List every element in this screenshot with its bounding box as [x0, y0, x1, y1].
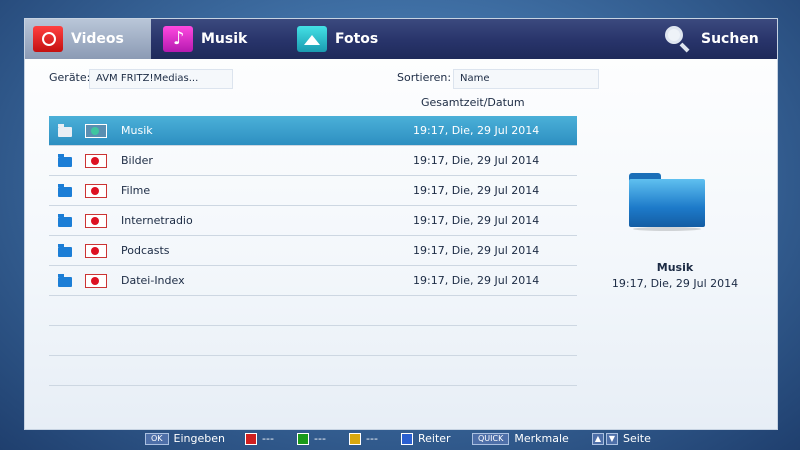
hint-yellow: --- [349, 432, 378, 445]
hint-blue: Reiter [401, 432, 451, 445]
list-item[interactable]: Musik 19:17, Die, 29 Jul 2014 [49, 116, 577, 146]
video-source-icon [85, 154, 107, 168]
item-date: 19:17, Die, 29 Jul 2014 [413, 214, 540, 227]
hint-quick-label: Merkmale [514, 432, 569, 445]
hint-red-label: --- [262, 432, 274, 445]
list-item[interactable]: Filme 19:17, Die, 29 Jul 2014 [49, 176, 577, 206]
empty-row [49, 326, 577, 356]
search-button[interactable]: Suchen [665, 19, 777, 59]
sort-label: Sortieren: [397, 71, 452, 84]
tab-musik-label: Musik [201, 31, 248, 47]
folder-icon [58, 274, 72, 287]
file-list: Musik 19:17, Die, 29 Jul 2014 Bilder 19:… [49, 116, 577, 386]
tab-videos-label: Videos [71, 31, 124, 47]
preview-date: 19:17, Die, 29 Jul 2014 [611, 277, 739, 290]
music-icon [163, 26, 193, 52]
videos-icon [33, 26, 63, 52]
preview-folder-icon [629, 173, 705, 231]
device-select[interactable]: AVM FRITZ!Medias... [89, 69, 233, 89]
list-item[interactable]: Internetradio 19:17, Die, 29 Jul 2014 [49, 206, 577, 236]
folder-icon [58, 124, 72, 137]
media-browser-panel: Videos Musik Fotos Suchen Geräte: AVM FR… [24, 18, 778, 430]
video-source-icon [85, 184, 107, 198]
hint-ok-label: Eingeben [173, 432, 225, 445]
footer-hints: OK Eingeben --- --- --- Reiter QUICK Mer… [0, 430, 800, 450]
item-date: 19:17, Die, 29 Jul 2014 [413, 154, 540, 167]
video-source-icon [85, 274, 107, 288]
video-source-icon [85, 124, 107, 138]
item-date: 19:17, Die, 29 Jul 2014 [413, 274, 540, 287]
hint-ok: OK Eingeben [145, 432, 225, 445]
video-source-icon [85, 244, 107, 258]
item-date: 19:17, Die, 29 Jul 2014 [413, 124, 540, 137]
item-name: Podcasts [121, 244, 170, 257]
folder-icon [58, 154, 72, 167]
blue-key-icon [401, 432, 413, 445]
page-down-icon: ▼ [606, 432, 618, 445]
quick-key-icon: QUICK [472, 432, 510, 445]
list-item[interactable]: Datei-Index 19:17, Die, 29 Jul 2014 [49, 266, 577, 296]
hint-green-label: --- [314, 432, 326, 445]
hint-yellow-label: --- [366, 432, 378, 445]
column-header-date: Gesamtzeit/Datum [421, 96, 525, 109]
empty-row [49, 296, 577, 326]
tab-fotos[interactable]: Fotos [297, 19, 427, 59]
green-key-icon [297, 432, 309, 445]
tab-videos[interactable]: Videos [25, 19, 151, 59]
video-source-icon [85, 214, 107, 228]
empty-row [49, 356, 577, 386]
folder-icon [58, 244, 72, 257]
item-name: Bilder [121, 154, 153, 167]
search-icon [665, 26, 691, 53]
item-name: Internetradio [121, 214, 193, 227]
list-item[interactable]: Bilder 19:17, Die, 29 Jul 2014 [49, 146, 577, 176]
item-name: Filme [121, 184, 151, 197]
hint-green: --- [297, 432, 326, 445]
hint-quick: QUICK Merkmale [472, 432, 569, 445]
item-name: Musik [121, 124, 153, 137]
photos-icon [297, 26, 327, 52]
red-key-icon [245, 432, 257, 445]
hint-blue-label: Reiter [418, 432, 451, 445]
sort-select[interactable]: Name [453, 69, 599, 89]
item-name: Datei-Index [121, 274, 185, 287]
tab-bar: Videos Musik Fotos Suchen [25, 19, 777, 59]
hint-red: --- [245, 432, 274, 445]
preview-name: Musik [656, 261, 694, 274]
ok-key-icon: OK [145, 432, 169, 445]
hint-page: ▲ ▼ Seite [592, 432, 651, 445]
folder-icon [58, 214, 72, 227]
search-label: Suchen [701, 31, 759, 47]
tab-musik[interactable]: Musik [163, 19, 293, 59]
hint-page-label: Seite [623, 432, 651, 445]
item-date: 19:17, Die, 29 Jul 2014 [413, 184, 540, 197]
list-item[interactable]: Podcasts 19:17, Die, 29 Jul 2014 [49, 236, 577, 266]
device-label: Geräte: [49, 71, 91, 84]
page-up-icon: ▲ [592, 432, 604, 445]
yellow-key-icon [349, 432, 361, 445]
tab-fotos-label: Fotos [335, 31, 379, 47]
folder-icon [58, 184, 72, 197]
item-date: 19:17, Die, 29 Jul 2014 [413, 244, 540, 257]
